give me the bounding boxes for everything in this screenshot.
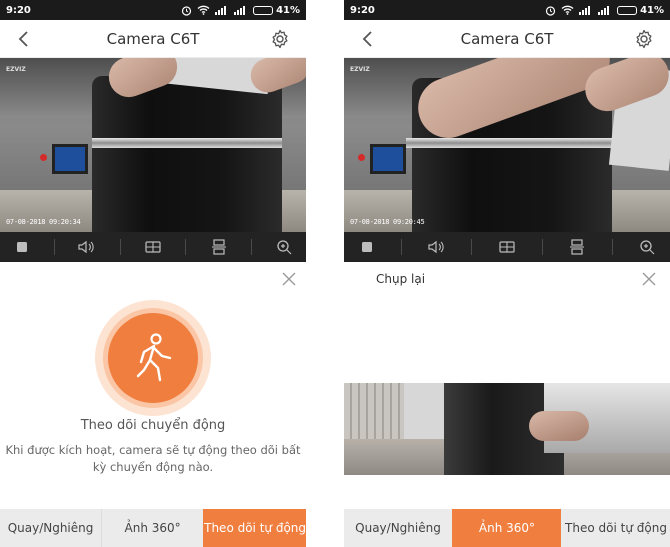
close-icon[interactable] — [642, 272, 656, 286]
signal-icon-2 — [234, 6, 246, 15]
status-time: 9:20 — [350, 4, 375, 16]
tab-360-photo[interactable]: Ảnh 360° — [452, 509, 561, 547]
battery-indicator: 41% — [253, 5, 300, 16]
gear-icon[interactable] — [634, 29, 654, 49]
ptz-icon[interactable] — [208, 236, 230, 258]
capture-again-button[interactable]: Chụp lại — [376, 272, 425, 286]
tab-360-photo[interactable]: Ảnh 360° — [101, 509, 204, 547]
status-time: 9:20 — [6, 4, 31, 16]
battery-icon — [617, 5, 638, 15]
feature-title: Theo dõi chuyển động — [80, 418, 226, 433]
ptz-icon[interactable] — [566, 236, 588, 258]
page-title: Camera C6T — [106, 29, 200, 48]
status-bar: 9:20 41% — [0, 0, 306, 20]
signal-icon — [215, 6, 227, 15]
tab-auto-tracking[interactable]: Theo dõi tự động — [203, 509, 306, 547]
status-bar: 9:20 41% — [344, 0, 670, 20]
motion-tracking-badge — [95, 300, 211, 416]
panorama-preview[interactable] — [344, 383, 670, 475]
zoom-in-icon[interactable] — [273, 236, 295, 258]
alarm-icon — [545, 5, 556, 16]
battery-percent: 41% — [276, 4, 300, 16]
video-control-bar — [344, 232, 670, 262]
status-icons: 41% — [181, 5, 300, 16]
speaker-icon[interactable] — [76, 236, 98, 258]
live-video-view[interactable]: EZVIZ 07-08-2018 09:20:34 — [0, 58, 306, 232]
battery-icon — [253, 5, 274, 15]
navigation-bar: Camera C6T — [0, 20, 306, 58]
video-logo: EZVIZ — [6, 66, 26, 73]
screenshot-pair: 9:20 41% Camera C6T EZVIZ 07-08-2018 09:… — [0, 0, 670, 547]
tab-auto-tracking[interactable]: Theo dõi tự động — [561, 509, 670, 547]
battery-percent: 41% — [640, 4, 664, 16]
wifi-icon — [197, 5, 210, 15]
video-timestamp: 07-08-2018 09:20:34 — [6, 218, 81, 226]
battery-indicator: 41% — [617, 5, 664, 16]
stop-icon[interactable] — [356, 236, 378, 258]
split-view-icon[interactable] — [496, 236, 518, 258]
stop-icon[interactable] — [11, 236, 33, 258]
zoom-in-icon[interactable] — [636, 236, 658, 258]
wifi-icon — [561, 5, 574, 15]
signal-icon-2 — [598, 6, 610, 15]
tab-pan-tilt[interactable]: Quay/Nghiêng — [0, 509, 102, 547]
mode-tabs: Quay/Nghiêng Ảnh 360° Theo dõi tự động — [0, 509, 306, 547]
tab-pan-tilt[interactable]: Quay/Nghiêng — [344, 509, 452, 547]
video-scene-monitor — [370, 144, 406, 174]
close-icon[interactable] — [282, 272, 296, 286]
video-timestamp: 07-08-2018 09:20:45 — [350, 218, 425, 226]
status-icons: 41% — [545, 5, 664, 16]
video-control-bar — [0, 232, 306, 262]
navigation-bar: Camera C6T — [344, 20, 670, 58]
page-title: Camera C6T — [460, 29, 554, 48]
video-scene-monitor — [52, 144, 88, 174]
chevron-left-icon[interactable] — [358, 29, 378, 49]
walking-person-icon — [136, 333, 172, 382]
signal-icon — [579, 6, 591, 15]
split-view-icon[interactable] — [142, 236, 164, 258]
live-video-view[interactable]: EZVIZ 07-08-2018 09:20:45 — [344, 58, 670, 232]
chevron-left-icon[interactable] — [14, 29, 34, 49]
video-logo: EZVIZ — [350, 66, 370, 73]
left-phone-screen: 9:20 41% Camera C6T EZVIZ 07-08-2018 09:… — [0, 0, 306, 547]
gear-icon[interactable] — [270, 29, 290, 49]
speaker-icon[interactable] — [426, 236, 448, 258]
alarm-icon — [181, 5, 192, 16]
right-phone-screen: 9:20 41% Camera C6T EZVIZ 07-08-2018 09:… — [344, 0, 670, 547]
mode-tabs: Quay/Nghiêng Ảnh 360° Theo dõi tự động — [344, 509, 670, 547]
feature-description: Khi được kích hoạt, camera sẽ tự động th… — [5, 443, 301, 474]
